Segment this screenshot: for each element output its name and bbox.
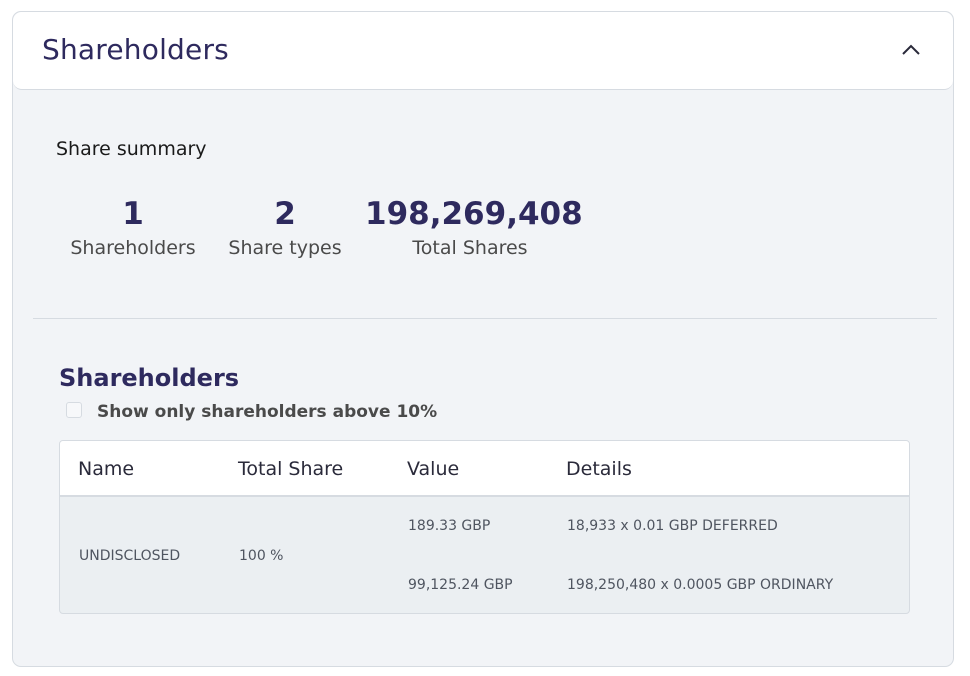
cell-total-share: 100 %: [239, 548, 284, 564]
section-divider: [33, 318, 937, 319]
column-header-value: Value: [407, 458, 460, 480]
filter-checkbox[interactable]: [66, 402, 82, 418]
chevron-up-icon[interactable]: [900, 39, 922, 61]
column-header-total-share: Total Share: [238, 458, 344, 480]
table-header: Name Total Share Value Details: [60, 441, 909, 497]
cell-value: 189.33 GBP: [408, 518, 491, 534]
cell-details: 198,250,480 x 0.0005 GBP ORDINARY: [567, 577, 834, 593]
column-header-name: Name: [78, 458, 135, 480]
stat-label: Shareholders: [70, 237, 196, 259]
cell-name: UNDISCLOSED: [79, 548, 181, 564]
stat-label: Share types: [228, 237, 342, 259]
panel-title: Shareholders: [42, 33, 229, 66]
stat-shareholders: 1 Shareholders: [61, 196, 205, 262]
filter-checkbox-label[interactable]: Show only shareholders above 10%: [97, 402, 437, 422]
stat-total-shares: 198,269,408 Total Shares: [365, 196, 583, 262]
stat-share-types: 2 Share types: [221, 196, 349, 262]
stat-value: 2: [274, 196, 296, 232]
stat-value: 1: [122, 196, 144, 232]
cell-value: 99,125.24 GBP: [408, 577, 513, 593]
cell-details: 18,933 x 0.01 GBP DEFERRED: [567, 518, 778, 534]
panel-header[interactable]: Shareholders: [13, 12, 953, 90]
shareholders-panel: Shareholders Share summary 1 Shareholder…: [12, 11, 954, 667]
column-header-details: Details: [566, 458, 632, 480]
shareholders-section-title: Shareholders: [59, 364, 240, 392]
shareholders-table: Name Total Share Value Details UNDISCLOS…: [59, 440, 910, 614]
stat-value: 198,269,408: [365, 196, 583, 232]
stat-label: Total Shares: [412, 237, 528, 259]
share-summary-title: Share summary: [56, 138, 207, 160]
